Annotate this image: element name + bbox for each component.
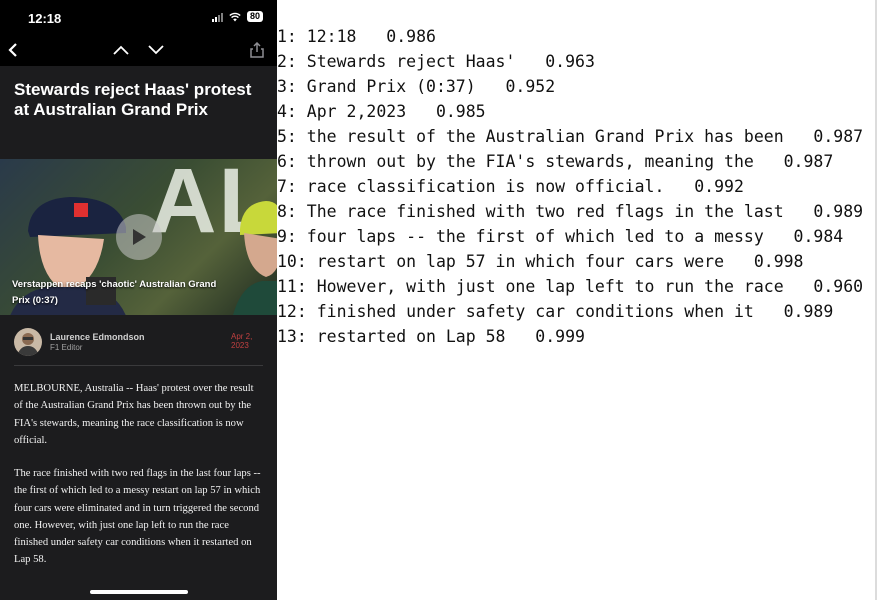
ocr-line: 11: However, with just one lap left to r… <box>277 277 864 296</box>
ocr-line: 5: the result of the Australian Grand Pr… <box>277 127 864 146</box>
home-indicator[interactable] <box>90 590 188 594</box>
battery-icon: 80 <box>246 11 263 22</box>
play-button[interactable] <box>116 214 162 260</box>
second-driver-image <box>233 201 277 315</box>
status-time: 12:18 <box>28 11 62 26</box>
ocr-line: 1: 12:18 0.986 <box>277 27 436 46</box>
author-name[interactable]: Laurence Edmondson <box>50 332 145 342</box>
ocr-line: 6: thrown out by the FIA's stewards, mea… <box>277 152 834 171</box>
ocr-line: 2: Stewards reject Haas' 0.963 <box>277 52 595 71</box>
ocr-line: 3: Grand Prix (0:37) 0.952 <box>277 77 556 96</box>
ocr-line: 10: restart on lap 57 in which four cars… <box>277 252 804 271</box>
ocr-line: 12: finished under safety car conditions… <box>277 302 834 321</box>
chevron-down-icon <box>148 45 164 55</box>
ocr-line: 9: four laps -- the first of which led t… <box>277 227 844 246</box>
ocr-line: 4: Apr 2,2023 0.985 <box>277 102 486 121</box>
next-article-button[interactable] <box>145 40 167 60</box>
back-button[interactable] <box>2 40 24 60</box>
chevron-left-icon <box>8 43 17 57</box>
author-byline: Laurence Edmondson F1 Editor Apr 2, 2023 <box>14 328 264 358</box>
share-button[interactable] <box>246 40 268 60</box>
author-avatar <box>14 328 42 356</box>
article-headline: Stewards reject Haas' protest at Austral… <box>14 80 252 119</box>
article-paragraph-1: MELBOURNE, Australia -- Haas' protest ov… <box>14 383 254 446</box>
previous-article-button[interactable] <box>110 40 132 60</box>
ocr-results-panel: 1: 12:18 0.986 2: Stewards reject Haas' … <box>277 24 877 349</box>
signal-icon <box>211 12 223 22</box>
video-caption[interactable]: Verstappen recaps 'chaotic' Australian G… <box>12 277 222 309</box>
ocr-line: 7: race classification is now official. … <box>277 177 744 196</box>
play-icon <box>133 229 146 245</box>
article-paragraph-2: The race finished with two red flags in … <box>14 468 261 566</box>
ocr-line: 13: restarted on Lap 58 0.999 <box>277 327 585 346</box>
divider <box>14 365 263 366</box>
status-bar: 12:18 80 <box>0 0 277 34</box>
chevron-up-icon <box>113 45 129 55</box>
status-icons: 80 <box>211 11 263 22</box>
article-date: Apr 2, 2023 <box>231 332 253 350</box>
author-role: F1 Editor <box>50 343 83 352</box>
phone-screen: 12:18 80 Stewards reject Haas' protest a… <box>0 0 277 600</box>
share-icon <box>250 42 264 58</box>
ocr-line: 8: The race finished with two red flags … <box>277 202 864 221</box>
wifi-icon <box>229 12 241 21</box>
article-nav-bar <box>0 34 277 66</box>
